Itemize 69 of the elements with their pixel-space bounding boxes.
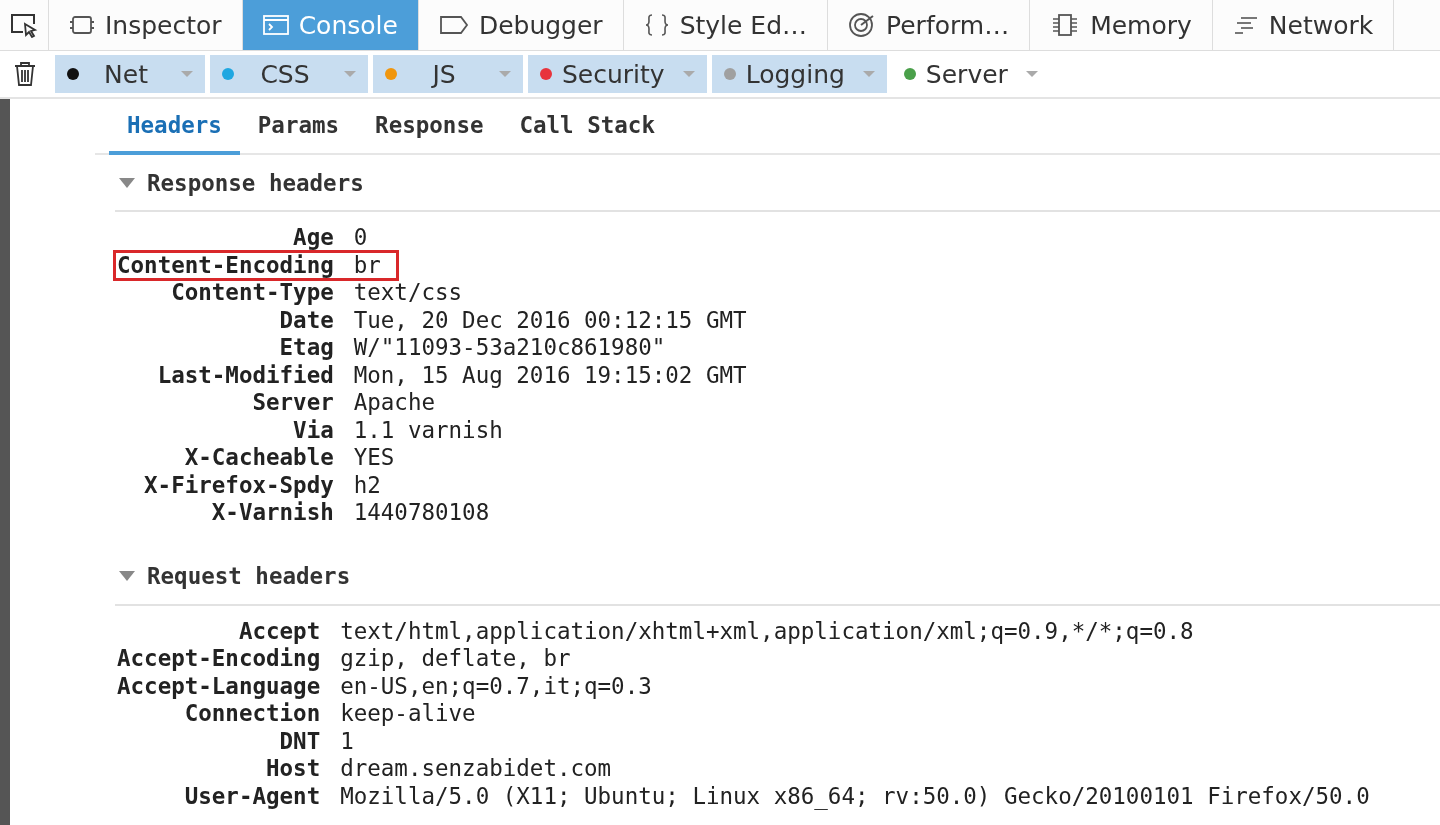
console-icon — [262, 14, 289, 36]
filter-button[interactable]: Security — [528, 55, 707, 93]
header-name: DNT — [278, 727, 322, 755]
header-name: Age — [292, 224, 335, 252]
filter-button[interactable]: JS — [373, 55, 523, 93]
header-name: Etag — [278, 334, 335, 362]
trash-icon[interactable] — [14, 61, 36, 87]
network-icon — [1232, 15, 1259, 35]
filter-button[interactable]: Net — [55, 55, 205, 93]
header-value: YES — [352, 444, 395, 472]
caret-icon — [499, 71, 511, 77]
header-name: Server — [251, 389, 335, 417]
header-value: 0 — [352, 224, 368, 252]
header-value: Mon, 15 Aug 2016 19:15:02 GMT — [352, 361, 747, 389]
header-value: br — [352, 251, 381, 279]
header-value: h2 — [352, 471, 381, 499]
section-title: Response headers — [147, 169, 364, 196]
header-name: User-Agent — [183, 782, 322, 810]
caret-icon — [682, 71, 695, 77]
disclosure-triangle-icon[interactable] — [119, 177, 135, 188]
header-value: Mozilla/5.0 (X11; Ubuntu; Linux x86_64; rv:50.0) Gecko/20100101 Firefox/50.0 — [339, 782, 1370, 810]
header-value: en-US,en;q=0.7,it;q=0.3 — [339, 672, 652, 700]
header-value: Tue, 20 Dec 2016 00:12:15 GMT — [352, 306, 747, 334]
filter-button[interactable]: CSS — [210, 55, 368, 93]
panel-tab[interactable]: Headers — [109, 99, 240, 155]
braces-icon — [643, 14, 670, 36]
header-name: Host — [265, 755, 322, 783]
header-value: 1.1 varnish — [352, 416, 503, 444]
inspector-icon — [69, 14, 95, 36]
header-value: W/"11093-53a210c861980" — [352, 334, 666, 362]
header-value: dream.senzabidet.com — [339, 755, 612, 783]
header-name: Content-Encoding — [116, 251, 335, 279]
header-value: keep-alive — [339, 700, 476, 728]
header-name: X-Varnish — [210, 499, 335, 527]
tag-icon — [438, 15, 469, 35]
header-value: 1 — [339, 727, 354, 755]
disclosure-triangle-icon[interactable] — [119, 571, 135, 581]
header-name: Accept-Encoding — [116, 645, 322, 673]
toolbox-tab[interactable]: Network — [1212, 0, 1395, 50]
header-value: 1440780108 — [352, 499, 490, 527]
header-name: X-Cacheable — [183, 444, 335, 472]
toolbox-tab[interactable]: Perform… — [828, 0, 1031, 50]
section-title: Request headers — [147, 563, 351, 589]
header-name: Content-Type — [170, 279, 335, 307]
toolbox-tab[interactable]: Debugger — [418, 0, 624, 50]
header-value: Apache — [352, 389, 435, 417]
header-name: Last-Modified — [156, 361, 335, 389]
caret-icon — [181, 71, 193, 77]
toolbox-tab[interactable]: Style Ed… — [623, 0, 829, 50]
header-value: gzip, deflate, br — [339, 645, 571, 673]
header-name: Date — [278, 306, 335, 334]
header-name: X-Firefox-Spdy — [143, 471, 335, 499]
toolbox-tab[interactable]: Inspector — [49, 0, 243, 50]
header-name: Accept-Language — [116, 672, 322, 700]
panel-tab[interactable]: Response — [357, 99, 502, 155]
header-name: Via — [292, 416, 335, 444]
caret-icon — [1025, 71, 1038, 77]
header-value: text/css — [352, 279, 463, 307]
header-name: Connection — [183, 700, 322, 728]
caret-icon — [344, 71, 356, 77]
filter-button[interactable]: Logging — [711, 55, 887, 93]
element-picker-icon[interactable] — [9, 12, 39, 38]
filter-button[interactable]: Server — [891, 55, 1050, 93]
panel-tab[interactable]: Params — [239, 99, 358, 155]
caret-icon — [862, 71, 875, 77]
toolbox-tab[interactable]: Memory — [1030, 0, 1213, 50]
header-value: text/html,application/xhtml+xml,application/xml;q=0.9,*/*;q=0.8 — [339, 617, 1194, 645]
header-name: Accept — [237, 617, 322, 645]
panel-tab[interactable]: Call Stack — [501, 99, 673, 155]
